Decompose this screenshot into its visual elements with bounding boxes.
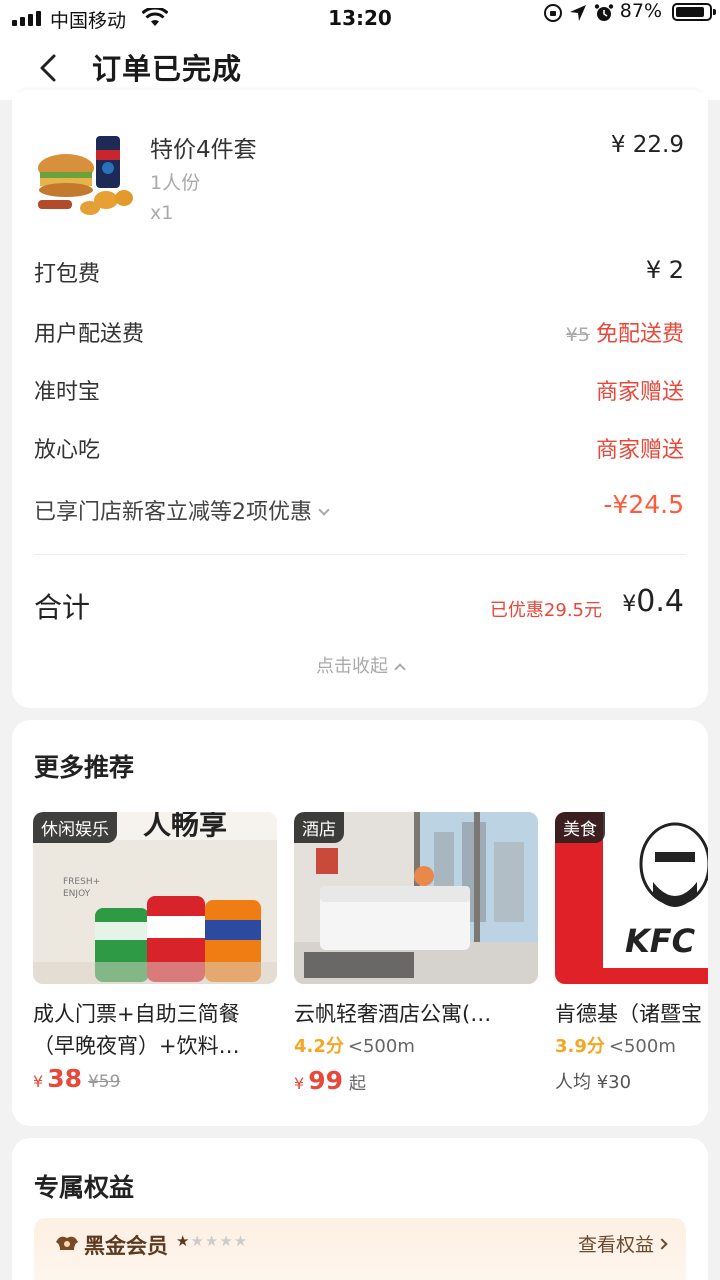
safe-eat-label: 放心吃 [34,438,101,463]
rotation-lock-icon [544,4,562,22]
delivery-free-text: 免配送费 [595,322,684,347]
rec-price-row: ¥99 起 [294,1066,538,1095]
product-price: ¥ 22.9 [610,132,684,158]
rec-distance: <500m [608,1036,676,1057]
back-icon[interactable] [30,48,70,88]
member-bar[interactable]: 黑金会员 ★★★★★ 查看权益 [34,1218,686,1280]
rec-price-suffix: 起 [348,1074,366,1094]
member-level: 黑金会员 [84,1234,168,1258]
rec-title-line2: （早晚夜宵）+饮料… [33,1034,240,1058]
status-bar: 中国移动 13:20 87% [0,0,720,36]
chevron-up-icon [394,663,406,675]
rec-image: KFC 美食 [555,812,708,984]
total-amount: ¥0.4 [622,584,684,619]
ontime-value: 商家赠送 [595,380,684,405]
discount-value: -¥24.5 [603,490,684,519]
page-title: 订单已完成 [92,52,243,86]
rec-distance: <500m [347,1036,415,1057]
rec-image: 酒店 [294,812,538,984]
rec-rating-row: 3.9分 <500m [555,1030,708,1064]
view-benefits-link[interactable]: 查看权益 [578,1230,654,1257]
product-name[interactable]: 特价4件套 [150,130,257,164]
member-stars: ★★★★★ [176,1232,249,1250]
rec-tag: 美食 [555,812,605,843]
member-crown-icon [56,1236,78,1250]
rec-price: ¥38 [33,1064,82,1093]
delivery-original-price: ¥5 [565,324,590,346]
rec-rating-row: 4.2分 <500m [294,1030,538,1064]
total-label: 合计 [34,591,91,624]
product-quantity: x1 [150,202,174,224]
chevron-down-icon [318,504,330,516]
rec-rating: 3.9分 [555,1036,605,1057]
rec-tag: 酒店 [294,812,344,843]
battery-percent: 87% [619,0,662,22]
rec-image: 人畅享 FRESH+ ENJOY 休闲娱乐 [33,812,277,984]
collapse-button[interactable]: 点击收起 [12,652,708,678]
divider [34,554,686,555]
delivery-fee-value: ¥5 免配送费 [566,316,684,348]
rec-rating: 4.2分 [294,1036,344,1057]
svg-text:FRESH+: FRESH+ [63,877,100,887]
order-detail-card: 特价4件套 1人份 x1 ¥ 22.9 打包费 ¥ 2 用户配送费 ¥5 免配送费… [12,92,708,708]
product-image[interactable] [34,128,134,224]
chevron-right-icon [656,1238,668,1250]
benefits-card: 专属权益 黑金会员 ★★★★★ 查看权益 [12,1138,708,1280]
packing-fee-value: ¥ 2 [645,256,684,284]
safe-eat-value: 商家赠送 [595,438,684,463]
rec-price-row: ¥38 ¥59 [33,1064,277,1093]
discount-label: 已享门店新客立减等2项优惠 [34,500,312,525]
rec-item-food[interactable]: KFC 美食 肯德基（诸暨宝 3.9分 <500m 人均 ¥30 [555,812,708,1094]
product-spec: 1人份 [150,172,201,194]
rec-original-price: ¥59 [87,1072,121,1092]
recommend-title: 更多推荐 [34,753,135,782]
rec-item-entertainment[interactable]: 人畅享 FRESH+ ENJOY 休闲娱乐 成人门票+自助三简餐 （早晚夜宵）+… [33,812,277,1093]
recommend-card: 更多推荐 人畅享 FRESH+ ENJOY 休闲娱乐 成人门票+自助三简餐 （早… [12,720,708,1126]
svg-text:人畅享: 人畅享 [143,812,227,841]
kfc-logo-text: KFC [625,922,696,960]
delivery-fee-label: 用户配送费 [34,322,145,347]
benefits-title: 专属权益 [34,1173,135,1202]
location-icon [570,5,586,21]
total-saved: 已优惠29.5元 [489,600,602,621]
rec-item-hotel[interactable]: 酒店 云帆轻奢酒店公寓(… 4.2分 <500m ¥99 起 [294,812,538,1095]
rec-tag: 休闲娱乐 [33,812,117,843]
discount-toggle[interactable]: 已享门店新客立减等2项优惠 [34,494,330,526]
rec-title-line1: 成人门票+自助三简餐 [33,1002,240,1026]
packing-fee-label: 打包费 [34,262,101,287]
rec-price: ¥99 [294,1066,343,1095]
rec-title-line1: 云帆轻奢酒店公寓(… [294,1002,492,1026]
battery-icon [672,3,716,21]
ontime-label: 准时宝 [34,380,101,405]
svg-text:ENJOY: ENJOY [63,889,91,899]
rec-title-line1: 肯德基（诸暨宝 [555,1002,702,1026]
alarm-icon [594,4,614,21]
rec-avg-price: 人均 ¥30 [555,1072,632,1093]
